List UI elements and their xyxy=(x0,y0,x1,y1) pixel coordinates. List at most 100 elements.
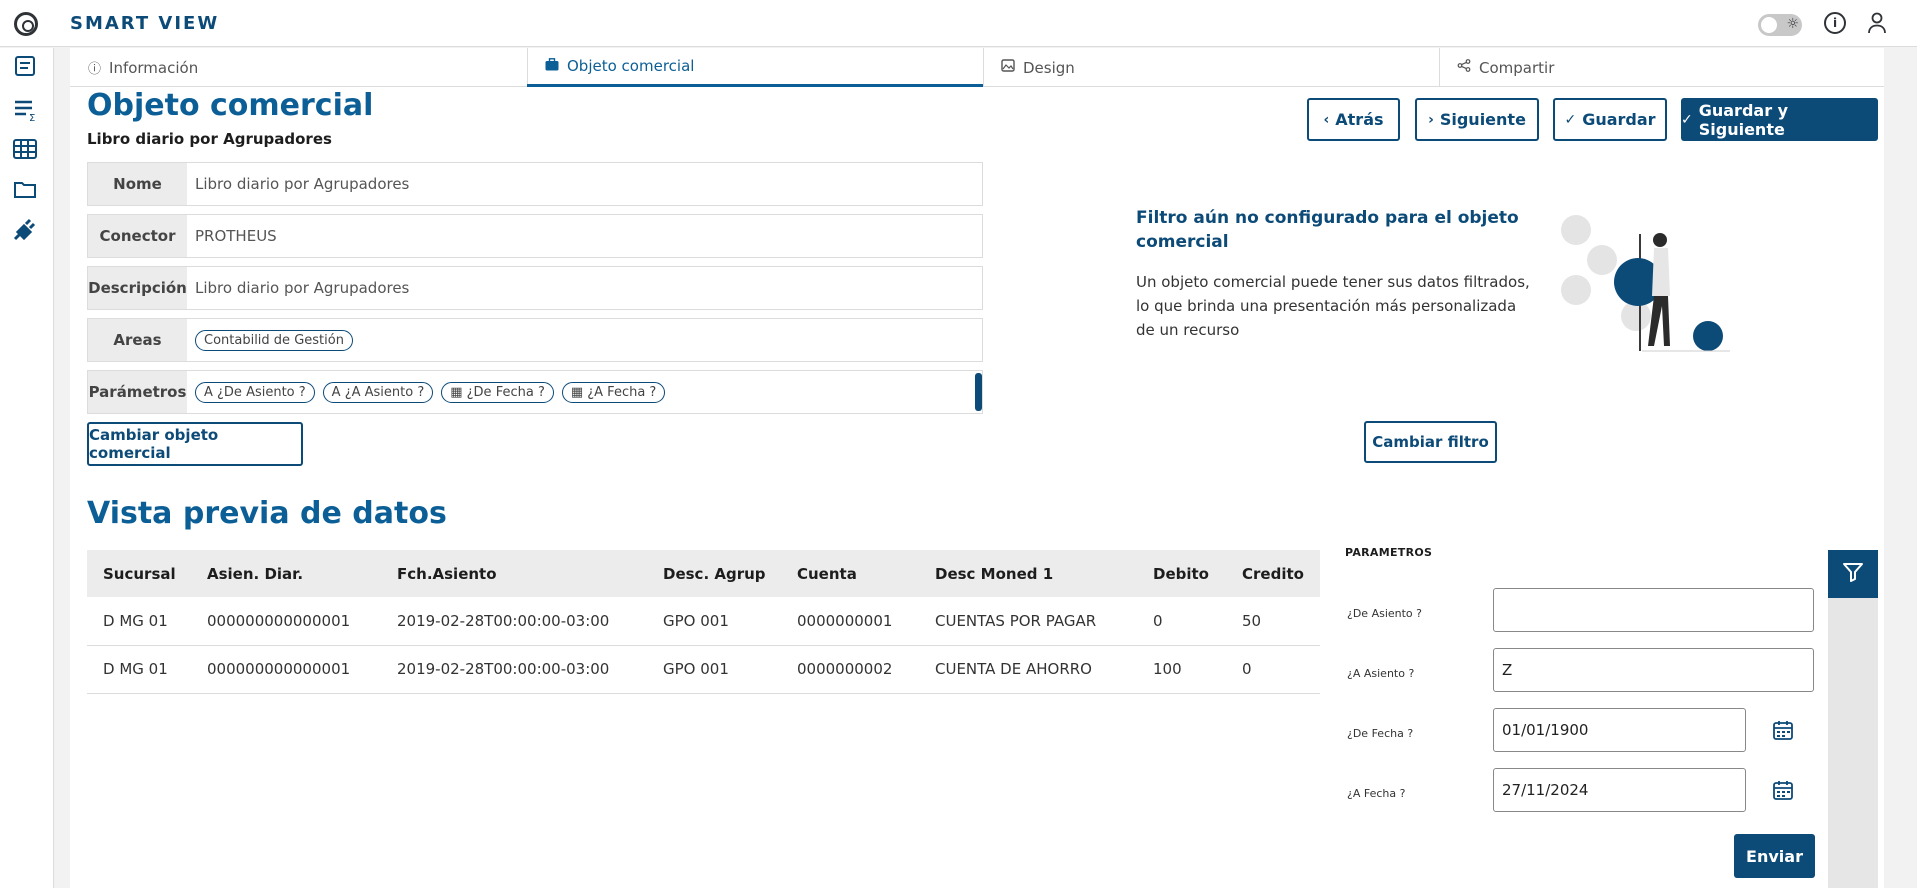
tab-objeto-comercial[interactable]: Objeto comercial xyxy=(527,48,983,87)
table-cell: CUENTA DE AHORRO xyxy=(919,645,1137,694)
filter-panel-strip xyxy=(1828,598,1878,888)
save-next-button[interactable]: ✓ Guardar y Siguiente xyxy=(1681,98,1878,141)
table-cell: 000000000000001 xyxy=(191,645,381,694)
calendar-icon[interactable] xyxy=(1772,779,1794,801)
funnel-icon xyxy=(1841,560,1865,588)
button-label: Atrás xyxy=(1335,110,1384,129)
list-sum-icon[interactable]: Σ xyxy=(12,96,38,124)
preview-title: Vista previa de datos xyxy=(87,496,447,531)
params-title: PARAMETROS xyxy=(1345,546,1433,559)
check-icon: ✓ xyxy=(1564,111,1577,128)
tab-label: Compartir xyxy=(1479,58,1555,77)
theme-toggle[interactable]: ☼ xyxy=(1758,14,1802,36)
param-chip[interactable]: A ¿De Asiento ? xyxy=(195,381,315,403)
column-header[interactable]: Sucursal xyxy=(87,550,191,597)
field-label: Descripción xyxy=(88,267,187,309)
field-label: Parámetros xyxy=(88,371,187,413)
data-preview-table: Sucursal Asien. Diar. Fch.Asiento Desc. … xyxy=(87,550,1320,694)
check-icon: ✓ xyxy=(1681,111,1693,128)
sun-icon: ☼ xyxy=(1786,16,1799,32)
sidebar: Σ xyxy=(0,48,54,888)
table-row[interactable]: D MG 01 000000000000001 2019-02-28T00:00… xyxy=(87,597,1320,646)
field-label: Conector xyxy=(88,215,187,257)
button-label: Guardar y Siguiente xyxy=(1698,100,1789,139)
de-asiento-input[interactable] xyxy=(1493,588,1814,632)
change-object-button[interactable]: Cambiar objeto comercial xyxy=(87,422,303,466)
table-cell: 0000000001 xyxy=(781,597,919,646)
field-areas: Areas Contabilid de Gestión xyxy=(87,318,983,362)
column-header[interactable]: Credito xyxy=(1226,550,1320,597)
field-parametros: Parámetros A ¿De Asiento ? A ¿A Asiento … xyxy=(87,370,983,414)
column-header[interactable]: Cuenta xyxy=(781,550,919,597)
field-value: Contabilid de Gestión xyxy=(187,319,982,361)
param-chip[interactable]: A ¿A Asiento ? xyxy=(322,381,434,403)
de-fecha-input[interactable]: 01/01/1900 xyxy=(1493,708,1746,752)
send-button[interactable]: Enviar xyxy=(1734,834,1815,878)
field-value: PROTHEUS xyxy=(195,227,277,245)
button-label: Siguiente xyxy=(1439,110,1526,129)
table-cell: 000000000000001 xyxy=(191,597,381,646)
field-descripcion: Descripción Libro diario por Agrupadores xyxy=(87,266,983,310)
area-chip[interactable]: Contabilid de Gestión xyxy=(195,329,353,351)
filter-description: Un objeto comercial puede tener sus dato… xyxy=(1136,273,1530,339)
field-conector: Conector PROTHEUS xyxy=(87,214,983,258)
a-fecha-input[interactable]: 27/11/2024 xyxy=(1493,768,1746,812)
column-header[interactable]: Fch.Asiento xyxy=(381,550,647,597)
filter-toggle-button[interactable] xyxy=(1828,550,1878,598)
filter-illustration xyxy=(1550,186,1750,356)
column-header[interactable]: Asien. Diar. xyxy=(191,550,381,597)
table-cell: 2019-02-28T00:00:00-03:00 xyxy=(381,597,647,646)
next-button[interactable]: › Siguiente xyxy=(1415,98,1539,141)
field-label: Areas xyxy=(88,319,187,361)
field-nome: Nome Libro diario por Agrupadores xyxy=(87,162,983,206)
param-label: ¿De Asiento ? xyxy=(1347,607,1423,620)
table-cell: GPO 001 xyxy=(647,597,781,646)
param-label: ¿De Fecha ? xyxy=(1347,727,1414,740)
tab-label: Información xyxy=(109,58,199,77)
svg-text:Σ: Σ xyxy=(29,113,35,122)
plug-icon[interactable] xyxy=(12,216,38,242)
tab-compartir[interactable]: Compartir xyxy=(1439,48,1884,87)
table-cell: 2019-02-28T00:00:00-03:00 xyxy=(381,645,647,694)
save-button[interactable]: ✓ Guardar xyxy=(1553,98,1667,141)
table-cell: 100 xyxy=(1137,645,1226,694)
change-filter-button[interactable]: Cambiar filtro xyxy=(1364,421,1497,463)
field-value: A ¿De Asiento ? A ¿A Asiento ? ▦ ¿De Fec… xyxy=(187,371,982,413)
column-header[interactable]: Debito xyxy=(1137,550,1226,597)
info-icon[interactable]: i xyxy=(1824,12,1846,34)
folder-icon[interactable] xyxy=(12,176,38,202)
tab-label: Objeto comercial xyxy=(567,57,695,75)
table-row[interactable]: D MG 01 000000000000001 2019-02-28T00:00… xyxy=(87,645,1320,694)
page-title: Objeto comercial xyxy=(87,88,374,123)
tab-bar: ⓘ Información Objeto comercial Design Com… xyxy=(70,48,1884,87)
briefcase-icon xyxy=(545,57,559,75)
scrollbar-thumb[interactable] xyxy=(975,373,982,411)
calendar-icon[interactable] xyxy=(1772,719,1794,741)
chevron-right-icon: › xyxy=(1428,111,1434,128)
table-icon[interactable] xyxy=(12,136,38,162)
filter-title: Filtro aún no configurado para el objeto… xyxy=(1136,208,1519,252)
back-button[interactable]: ‹ Atrás xyxy=(1307,98,1400,141)
param-chip[interactable]: ▦ ¿A Fecha ? xyxy=(561,381,666,403)
app-logo-icon[interactable] xyxy=(14,12,38,36)
column-header[interactable]: Desc Moned 1 xyxy=(919,550,1137,597)
column-header[interactable]: Desc. Agrup xyxy=(647,550,781,597)
image-icon xyxy=(1001,59,1015,76)
top-bar: SMART VIEW ☼ i xyxy=(0,0,1917,47)
a-asiento-input[interactable]: Z xyxy=(1493,648,1814,692)
tab-design[interactable]: Design xyxy=(983,48,1439,87)
param-chip[interactable]: ▦ ¿De Fecha ? xyxy=(441,381,554,403)
table-cell: 0000000002 xyxy=(781,645,919,694)
chevron-left-icon: ‹ xyxy=(1323,111,1330,128)
table-cell: D MG 01 xyxy=(87,597,191,646)
tab-informacion[interactable]: ⓘ Información xyxy=(70,48,527,87)
table-cell: D MG 01 xyxy=(87,645,191,694)
button-label: Guardar xyxy=(1582,110,1656,129)
document-list-icon[interactable] xyxy=(12,54,38,80)
field-value: Libro diario por Agrupadores xyxy=(195,279,410,297)
param-label: ¿A Fecha ? xyxy=(1347,787,1406,800)
table-cell: 50 xyxy=(1226,597,1320,646)
user-icon[interactable] xyxy=(1866,12,1888,34)
table-cell: 0 xyxy=(1137,597,1226,646)
field-value: Libro diario por Agrupadores xyxy=(195,175,410,193)
